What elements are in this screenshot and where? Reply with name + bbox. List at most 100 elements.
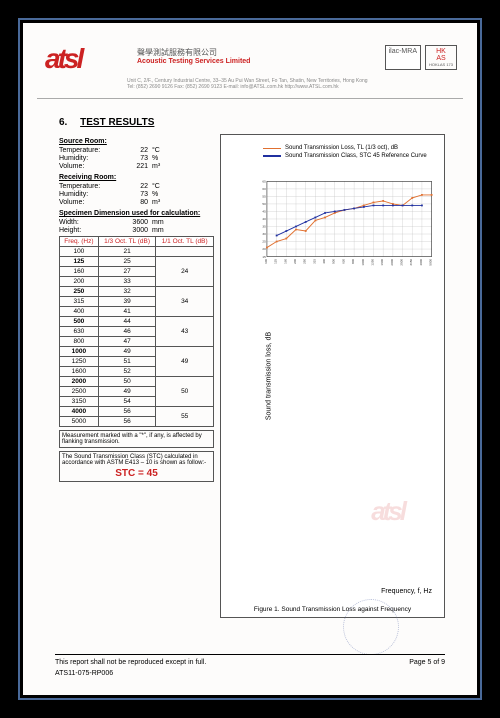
chart-plot: 1520253035404550556065100125160200250315…	[255, 179, 434, 269]
svg-text:125: 125	[274, 259, 278, 264]
cell-t3: 33	[98, 277, 156, 287]
table-row: 10021	[60, 247, 214, 257]
cell-freq: 1000	[60, 347, 99, 357]
param-label: Temperature:	[59, 183, 114, 190]
watermark: atsl	[371, 496, 404, 527]
param-row: Volume:80m³	[59, 199, 214, 206]
legend-text-stc: Sound Transmission Class, STC 45 Referen…	[285, 153, 427, 159]
param-unit: mm	[148, 219, 170, 226]
cell-freq: 5000	[60, 417, 99, 427]
param-row: Humidity:73%	[59, 155, 214, 162]
source-room-block: Temperature:22°CHumidity:73%Volume:221m³	[59, 147, 214, 170]
cell-t3: 50	[98, 377, 156, 387]
section-number: 6.	[59, 117, 67, 128]
cell-t1	[156, 247, 214, 257]
chart-x-label: Frequency, f, Hz	[381, 588, 432, 595]
cell-freq: 125	[60, 257, 99, 267]
table-row: 40005655	[60, 407, 214, 417]
svg-text:45: 45	[262, 210, 266, 214]
table-row: 20005050	[60, 377, 214, 387]
svg-text:55: 55	[262, 195, 266, 199]
param-value: 73	[114, 155, 148, 162]
param-row: Height:3000mm	[59, 227, 214, 234]
freq-tbody: 1002112525241602720033250323431539400415…	[60, 247, 214, 427]
param-unit: m³	[148, 199, 170, 206]
cell-t1: 24	[156, 257, 214, 287]
chart-y-label: Sound transmission loss, dB	[266, 332, 273, 420]
footer-ref: ATS11-075-RP006	[55, 670, 206, 677]
cell-t3: 49	[98, 387, 156, 397]
svg-text:25: 25	[262, 240, 266, 244]
param-row: Width:3600mm	[59, 219, 214, 226]
hkas-top: HK	[436, 48, 446, 55]
param-label: Height:	[59, 227, 114, 234]
cell-t1: 49	[156, 347, 214, 377]
cell-freq: 400	[60, 307, 99, 317]
cell-freq: 630	[60, 327, 99, 337]
svg-text:250: 250	[303, 259, 307, 264]
cell-t3: 41	[98, 307, 156, 317]
legend-swatch-blue	[263, 155, 281, 157]
cell-t1: 50	[156, 377, 214, 407]
param-row: Volume:221m³	[59, 163, 214, 170]
ilac-badge: ilac-MRA	[385, 45, 421, 70]
svg-text:2000: 2000	[390, 259, 394, 266]
param-value: 22	[114, 147, 148, 154]
right-column: Sound Transmission Loss, TL (1/3 oct), d…	[220, 134, 445, 618]
svg-text:50: 50	[262, 202, 266, 206]
cell-freq: 200	[60, 277, 99, 287]
cell-t1: 55	[156, 407, 214, 427]
cell-t3: 39	[98, 297, 156, 307]
param-label: Volume:	[59, 199, 114, 206]
svg-text:160: 160	[283, 259, 287, 264]
svg-text:30: 30	[262, 232, 266, 236]
footer-disclaimer: This report shall not be reproduced exce…	[55, 659, 206, 666]
param-value: 221	[114, 163, 148, 170]
cell-freq: 315	[60, 297, 99, 307]
svg-text:20: 20	[262, 247, 266, 251]
cell-t3: 54	[98, 397, 156, 407]
left-column: Source Room: Temperature:22°CHumidity:73…	[59, 134, 214, 618]
receiving-room-block: Temperature:22°CHumidity:73%Volume:80m³	[59, 183, 214, 206]
stc-box: The Sound Transmission Class (STC) calcu…	[59, 451, 214, 482]
logo: atsl	[45, 43, 81, 75]
cell-freq: 100	[60, 247, 99, 257]
receiving-room-heading: Receiving Room:	[59, 174, 214, 181]
param-value: 3000	[114, 227, 148, 234]
table-row: 10004949	[60, 347, 214, 357]
letterhead: atsl 聲學測試服務有限公司 Acoustic Testing Service…	[37, 35, 463, 99]
param-unit: mm	[148, 227, 170, 234]
hkas-bottom: AS	[436, 55, 445, 62]
company-chinese: 聲學測試服務有限公司	[137, 47, 250, 58]
stc-note: The Sound Transmission Class (STC) calcu…	[62, 454, 211, 466]
svg-text:5000: 5000	[429, 259, 433, 266]
cell-freq: 2500	[60, 387, 99, 397]
stamp-icon	[343, 599, 399, 655]
svg-text:1000: 1000	[361, 259, 365, 266]
svg-text:200: 200	[293, 259, 297, 264]
inner-border: atsl 聲學測試服務有限公司 Acoustic Testing Service…	[18, 18, 482, 700]
param-label: Humidity:	[59, 155, 114, 162]
page-footer: This report shall not be reproduced exce…	[55, 654, 445, 677]
chart-frame: Sound Transmission Loss, TL (1/3 oct), d…	[220, 134, 445, 618]
th-freq: Freq. (Hz)	[60, 237, 99, 247]
section-heading: 6. TEST RESULTS	[59, 117, 463, 128]
page: atsl 聲學測試服務有限公司 Acoustic Testing Service…	[23, 23, 477, 695]
param-label: Width:	[59, 219, 114, 226]
svg-text:2500: 2500	[400, 259, 404, 266]
svg-text:100: 100	[264, 259, 268, 264]
svg-text:1250: 1250	[370, 259, 374, 266]
param-unit: °C	[148, 147, 170, 154]
cell-t3: 52	[98, 367, 156, 377]
table-row: 2503234	[60, 287, 214, 297]
chart-legend: Sound Transmission Loss, TL (1/3 oct), d…	[263, 143, 436, 161]
note-flanking: Measurement marked with a "*", if any, i…	[59, 430, 214, 448]
param-unit: %	[148, 155, 170, 162]
svg-text:4000: 4000	[419, 259, 423, 266]
stc-value: STC = 45	[62, 468, 211, 479]
cell-t3: 21	[98, 247, 156, 257]
th-t3: 1/3 Oct. TL (dB)	[98, 237, 156, 247]
cell-t3: 47	[98, 337, 156, 347]
footer-page: Page 5 of 9	[409, 659, 445, 677]
cell-t3: 44	[98, 317, 156, 327]
